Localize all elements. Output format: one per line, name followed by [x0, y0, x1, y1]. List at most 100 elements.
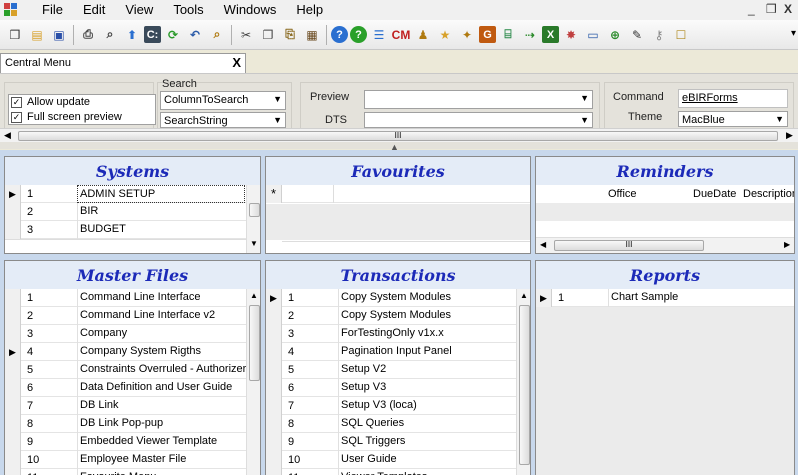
- theme-select[interactable]: MacBlue ▼: [678, 111, 788, 127]
- preview-select[interactable]: ▼: [364, 90, 593, 109]
- table-row[interactable]: 4 Pagination Input Panel: [266, 343, 516, 361]
- table-row[interactable]: 1 Command Line Interface: [5, 289, 246, 307]
- row-header[interactable]: [266, 397, 282, 415]
- table-row[interactable]: 9 SQL Triggers: [266, 433, 516, 451]
- row-header[interactable]: [5, 397, 21, 415]
- row-name[interactable]: ADMIN SETUP: [77, 185, 245, 203]
- row-header[interactable]: [266, 433, 282, 451]
- row-name[interactable]: Command Line Interface v2: [77, 307, 215, 325]
- search-column-select[interactable]: ColumnToSearch ▼: [160, 91, 286, 110]
- table-row[interactable]: 7 DB Link: [5, 397, 246, 415]
- row-header[interactable]: [5, 203, 21, 221]
- scroll-thumb[interactable]: [519, 305, 530, 465]
- row-name[interactable]: SQL Triggers: [338, 433, 405, 451]
- row-name[interactable]: Pagination Input Panel: [338, 343, 452, 361]
- row-name[interactable]: Chart Sample: [608, 289, 678, 307]
- row-name[interactable]: User Guide: [338, 451, 397, 469]
- row-name[interactable]: Copy System Modules: [338, 289, 451, 307]
- restore-icon[interactable]: ❒: [766, 2, 777, 16]
- export-icon[interactable]: ⇢: [520, 25, 540, 45]
- command-input[interactable]: eBIRForms: [678, 89, 788, 108]
- table-row[interactable]: ▶ 1 Copy System Modules: [266, 289, 516, 307]
- star-icon[interactable]: ★: [435, 25, 455, 45]
- row-name[interactable]: Setup V3: [338, 379, 386, 397]
- scroll-thumb[interactable]: [249, 203, 260, 217]
- about-icon[interactable]: ?: [350, 26, 367, 43]
- master-files-vertical-scrollbar[interactable]: ▲: [246, 289, 260, 475]
- table-row[interactable]: 5 Constraints Overruled - Authorizer: [5, 361, 246, 379]
- table-row[interactable]: ▶ 1 Chart Sample: [536, 289, 794, 307]
- table-row[interactable]: 10 Employee Master File: [5, 451, 246, 469]
- window-icon[interactable]: ▭: [583, 25, 603, 45]
- table-row[interactable]: ▶ 4 Company System Rigths: [5, 343, 246, 361]
- row-header[interactable]: [5, 469, 21, 475]
- row-name[interactable]: Data Definition and User Guide: [77, 379, 232, 397]
- row-name[interactable]: Embedded Viewer Template: [77, 433, 217, 451]
- current-row-indicator-icon[interactable]: ▶: [5, 343, 21, 361]
- database-icon[interactable]: ⌸: [498, 25, 518, 45]
- row-name[interactable]: BIR: [77, 203, 98, 221]
- undo-icon[interactable]: ↶: [185, 25, 205, 45]
- table-row[interactable]: 8 DB Link Pop-pup: [5, 415, 246, 433]
- table-row[interactable]: 3 BUDGET: [5, 221, 246, 239]
- wand-icon[interactable]: ✦: [457, 25, 477, 45]
- row-name[interactable]: Company: [77, 325, 127, 343]
- copy-icon[interactable]: ❐: [258, 25, 278, 45]
- search-string-select[interactable]: SearchString ▼: [160, 112, 286, 128]
- row-name[interactable]: SQL Queries: [338, 415, 404, 433]
- tab-central-menu[interactable]: Central Menu X: [0, 53, 246, 73]
- favourites-new-row[interactable]: *: [266, 185, 530, 203]
- print-icon[interactable]: ⎙: [78, 25, 98, 45]
- row-header[interactable]: [266, 307, 282, 325]
- key-icon[interactable]: ⚷: [649, 25, 669, 45]
- row-header[interactable]: [5, 433, 21, 451]
- row-header[interactable]: [5, 451, 21, 469]
- menu-tools[interactable]: Tools: [163, 0, 213, 20]
- table-row[interactable]: ▶ 1 ADMIN SETUP: [5, 185, 246, 203]
- table-row[interactable]: 6 Setup V3: [266, 379, 516, 397]
- menu-file[interactable]: File: [32, 0, 73, 20]
- row-name[interactable]: Copy System Modules: [338, 307, 451, 325]
- grid-icon[interactable]: ▦: [302, 25, 322, 45]
- form-icon[interactable]: ☰: [369, 25, 389, 45]
- find-icon[interactable]: ⌕: [207, 25, 227, 45]
- lock-icon[interactable]: ☐: [671, 25, 691, 45]
- table-row[interactable]: 7 Setup V3 (loca): [266, 397, 516, 415]
- minimize-icon[interactable]: _: [748, 2, 755, 16]
- menu-windows[interactable]: Windows: [214, 0, 287, 20]
- toolbar-overflow-icon[interactable]: ▾: [791, 28, 796, 39]
- table-row[interactable]: 8 SQL Queries: [266, 415, 516, 433]
- table-row[interactable]: 6 Data Definition and User Guide: [5, 379, 246, 397]
- row-name[interactable]: DB Link: [77, 397, 119, 415]
- scroll-thumb[interactable]: [249, 305, 260, 381]
- options-horizontal-scrollbar[interactable]: ◀ III ▶: [0, 128, 798, 142]
- g-icon[interactable]: G: [479, 26, 496, 43]
- table-row[interactable]: 2 BIR: [5, 203, 246, 221]
- scroll-thumb[interactable]: III: [554, 240, 704, 251]
- excel-icon[interactable]: X: [542, 26, 559, 43]
- close-icon[interactable]: X: [784, 2, 792, 16]
- table-row[interactable]: 3 ForTestingOnly v1x.x: [266, 325, 516, 343]
- upload-icon[interactable]: ⬆: [122, 25, 142, 45]
- table-row[interactable]: 3 Company: [5, 325, 246, 343]
- table-row[interactable]: 11Favourite Menu: [5, 469, 246, 475]
- col-office[interactable]: Office: [608, 188, 637, 200]
- open-folder-icon[interactable]: ▤: [27, 25, 47, 45]
- col-duedate[interactable]: DueDate: [693, 188, 736, 200]
- current-row-indicator-icon[interactable]: ▶: [536, 289, 552, 307]
- row-header[interactable]: [5, 415, 21, 433]
- dts-select[interactable]: ▼: [364, 112, 593, 128]
- full-screen-preview-checkbox[interactable]: ✓ Full screen preview: [11, 111, 122, 123]
- row-header[interactable]: [5, 307, 21, 325]
- app-icon[interactable]: [4, 3, 18, 17]
- menu-view[interactable]: View: [115, 0, 163, 20]
- row-name[interactable]: Command Line Interface: [77, 289, 200, 307]
- table-row[interactable]: 11Viewer Templates: [266, 469, 516, 475]
- current-row-indicator-icon[interactable]: ▶: [5, 185, 21, 203]
- menu-edit[interactable]: Edit: [73, 0, 115, 20]
- row-name[interactable]: Setup V2: [338, 361, 386, 379]
- row-name[interactable]: Viewer Templates: [338, 469, 427, 475]
- row-header[interactable]: [266, 379, 282, 397]
- table-row[interactable]: 5 Setup V2: [266, 361, 516, 379]
- current-row-indicator-icon[interactable]: ▶: [266, 289, 282, 307]
